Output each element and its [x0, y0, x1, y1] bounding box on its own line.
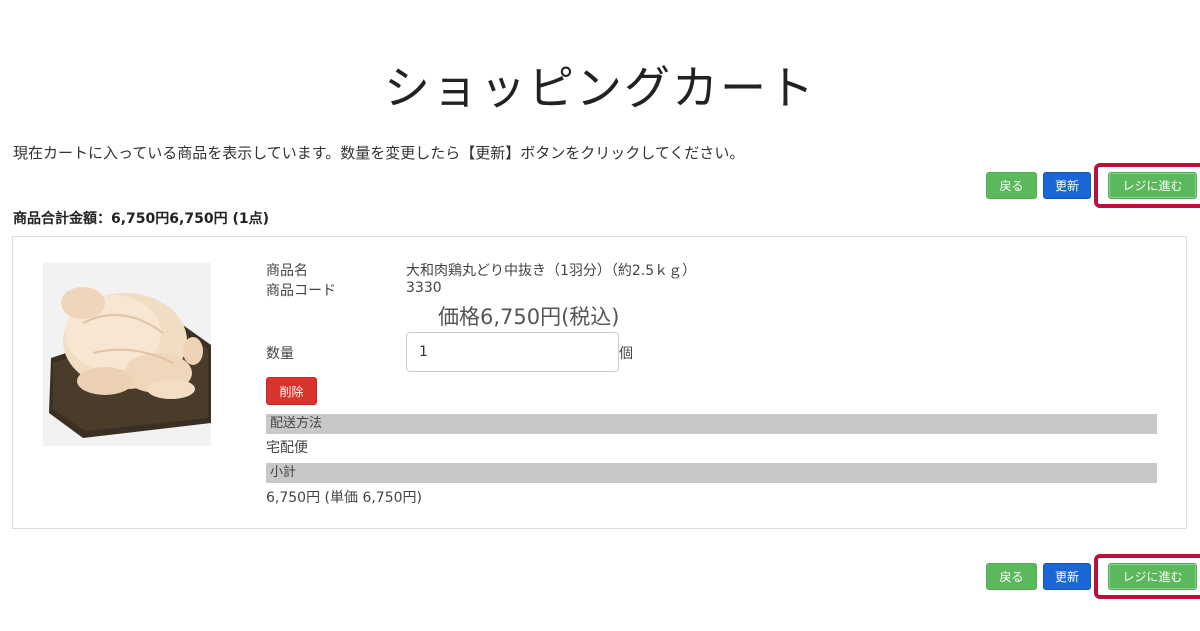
quantity-input[interactable]	[406, 332, 619, 372]
product-code-label: 商品コード	[266, 283, 336, 299]
subtotal-header: 小計	[266, 463, 1157, 483]
cart-item-panel: 商品名 大和肉鶏丸どり中抜き（1羽分）（約2.5ｋｇ） 商品コード 3330 価…	[12, 236, 1187, 529]
update-button[interactable]: 更新	[1043, 172, 1091, 199]
cart-total: 商品合計金額：6,750円6,750円 (1点)	[13, 211, 269, 227]
product-price: 価格6,750円(税込)	[438, 305, 620, 329]
checkout-button[interactable]: レジに進む	[1108, 172, 1197, 199]
cart-actions-bottom: 戻る 更新 レジに進む	[986, 554, 1200, 599]
delete-button[interactable]: 削除	[266, 377, 317, 405]
checkout-highlight-box: レジに進む	[1094, 554, 1200, 599]
back-button[interactable]: 戻る	[986, 563, 1037, 590]
page-title: ショッピングカート	[384, 61, 816, 115]
product-image	[43, 263, 211, 446]
product-name-value: 大和肉鶏丸どり中抜き（1羽分）（約2.5ｋｇ）	[406, 263, 697, 279]
product-name-label: 商品名	[266, 263, 308, 279]
raw-chicken-image	[43, 263, 211, 446]
cart-description: 現在カートに入っている商品を表示しています。数量を変更したら【更新】ボタンをクリ…	[13, 144, 745, 162]
product-code-value: 3330	[406, 280, 442, 296]
subtotal-value: 6,750円 (単価 6,750円)	[266, 490, 422, 506]
back-button[interactable]: 戻る	[986, 172, 1037, 199]
update-button[interactable]: 更新	[1043, 563, 1091, 590]
quantity-label: 数量	[266, 346, 294, 362]
checkout-highlight-box: レジに進む	[1094, 163, 1200, 208]
shipping-method-header: 配送方法	[266, 414, 1157, 434]
checkout-button[interactable]: レジに進む	[1108, 563, 1197, 590]
quantity-unit: 個	[619, 346, 633, 362]
item-details: 商品名 大和肉鶏丸どり中抜き（1羽分）（約2.5ｋｇ） 商品コード 3330 価…	[266, 237, 1166, 527]
shipping-method-value: 宅配便	[266, 440, 308, 456]
cart-actions-top: 戻る 更新 レジに進む	[986, 163, 1200, 208]
